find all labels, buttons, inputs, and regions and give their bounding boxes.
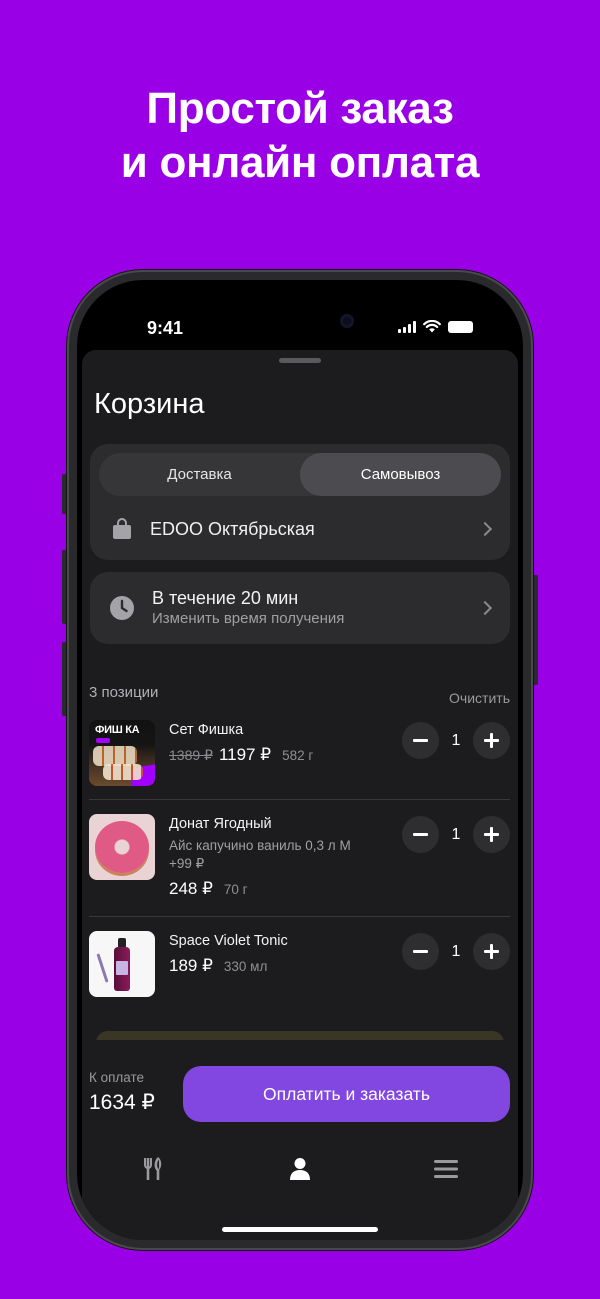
item-name[interactable]: Донат Ягодный <box>169 814 351 834</box>
phone-frame: 9:41 Корзина Доставка Самовывоз EDOO Окт… <box>67 270 533 1250</box>
pickup-time-subtitle: Изменить время получения <box>152 610 345 627</box>
increase-button[interactable] <box>473 816 510 853</box>
item-info: Донат Ягодный Айс капучино ваниль 0,3 л … <box>169 814 351 899</box>
cart-sheet: Корзина Доставка Самовывоз EDOO Октябрьс… <box>82 350 518 1240</box>
items-count: 3 позиции <box>89 684 159 701</box>
plus-icon-bar <box>490 733 493 748</box>
item-weight: 330 мл <box>223 959 268 974</box>
store-name: EDOO Октябрьская <box>150 518 315 539</box>
item-image-rolls <box>93 746 137 766</box>
status-time: 9:41 <box>147 318 184 338</box>
item-image-label: ФИШ КА <box>95 724 140 736</box>
item-name[interactable]: Сет Фишка <box>169 720 313 740</box>
item-image-rolls-2 <box>103 764 143 780</box>
chevron-right-icon <box>477 521 493 537</box>
tab-menu[interactable] <box>124 1144 184 1194</box>
lavender-sprig <box>96 953 109 983</box>
item-price: 189 ₽ <box>169 956 213 975</box>
item-weight: 582 г <box>282 748 314 763</box>
tab-pickup[interactable]: Самовывоз <box>300 453 501 496</box>
delivery-card: Доставка Самовывоз EDOO Октябрьская <box>90 444 510 560</box>
item-price: 1197 ₽ <box>218 745 272 764</box>
item-price: 248 ₽ <box>169 879 213 898</box>
item-image-set[interactable]: ФИШ КА <box>89 720 155 786</box>
sheet-grabber[interactable] <box>279 358 321 363</box>
status-icons <box>398 320 473 333</box>
pickup-time-title: В течение 20 мин <box>152 588 299 608</box>
promo-headline-line1: Простой заказ <box>146 84 454 133</box>
decrease-button[interactable] <box>402 722 439 759</box>
clock-icon <box>110 596 134 620</box>
item-name[interactable]: Space Violet Tonic <box>169 931 288 951</box>
quantity-stepper: 1 <box>402 722 510 759</box>
decrease-button[interactable] <box>402 816 439 853</box>
store-selector[interactable]: EDOO Октябрьская <box>90 506 510 552</box>
pickup-time-selector[interactable]: В течение 20 мин Изменить время получени… <box>90 572 510 644</box>
clear-cart-button[interactable]: Очистить <box>449 690 510 706</box>
more-icon <box>434 1160 458 1178</box>
item-quantity: 1 <box>451 942 461 960</box>
tab-bar <box>82 1144 518 1194</box>
tab-delivery[interactable]: Доставка <box>99 453 300 496</box>
item-image-badge <box>96 738 110 743</box>
item-weight: 70 г <box>223 882 248 897</box>
item-image-tonic[interactable] <box>89 931 155 997</box>
cart-item: Space Violet Tonic 189 ₽ 330 мл 1 <box>89 931 510 1001</box>
item-modifier: Айс капучино ваниль 0,3 л М <box>169 838 351 853</box>
increase-button[interactable] <box>473 933 510 970</box>
delivery-mode-switch: Доставка Самовывоз <box>99 453 501 496</box>
phone-screen: 9:41 Корзина Доставка Самовывоз EDOO Окт… <box>77 280 523 1240</box>
quantity-stepper: 1 <box>402 933 510 970</box>
divider <box>89 799 510 800</box>
camera-icon <box>340 314 354 328</box>
menu-icon <box>144 1157 162 1180</box>
increase-button[interactable] <box>473 722 510 759</box>
bag-icon <box>113 518 131 539</box>
promo-headline: Простой заказ и онлайн оплата <box>0 82 600 190</box>
page-title: Корзина <box>94 388 205 420</box>
donut-shape <box>95 821 149 873</box>
item-info: Сет Фишка 1389 ₽ 1197 ₽ 582 г <box>169 720 313 765</box>
minus-icon <box>413 833 428 836</box>
plus-icon-bar <box>490 944 493 959</box>
item-quantity: 1 <box>451 825 461 843</box>
decrease-button[interactable] <box>402 933 439 970</box>
item-image-donut[interactable] <box>89 814 155 880</box>
tab-profile[interactable] <box>270 1144 330 1194</box>
tab-more[interactable] <box>416 1144 476 1194</box>
divider <box>89 916 510 917</box>
item-modifier-price: +99 ₽ <box>169 856 205 871</box>
cart-item: ФИШ КА Сет Фишка 1389 ₽ 1197 ₽ 582 г 1 <box>89 720 510 790</box>
item-info: Space Violet Tonic 189 ₽ 330 мл <box>169 931 288 976</box>
promo-headline-line2: и онлайн оплата <box>120 138 480 187</box>
home-indicator[interactable] <box>222 1227 378 1232</box>
quantity-stepper: 1 <box>402 816 510 853</box>
minus-icon <box>413 739 428 742</box>
total-label: К оплате <box>89 1070 145 1085</box>
signal-icon <box>398 320 416 333</box>
chevron-right-icon <box>477 600 493 616</box>
dynamic-island <box>232 301 368 341</box>
bottle-label <box>116 961 128 975</box>
total-amount: 1634 ₽ <box>89 1091 155 1114</box>
cart-item: Донат Ягодный Айс капучино ваниль 0,3 л … <box>89 814 510 914</box>
plus-icon-bar <box>490 827 493 842</box>
checkout-bar: К оплате 1634 ₽ Оплатить и заказать <box>82 1040 518 1240</box>
pay-and-order-button[interactable]: Оплатить и заказать <box>183 1066 510 1122</box>
pickup-time-card: В течение 20 мин Изменить время получени… <box>90 572 510 644</box>
profile-icon <box>290 1158 310 1180</box>
item-old-price: 1389 ₽ <box>169 747 213 763</box>
minus-icon <box>413 950 428 953</box>
battery-icon <box>448 320 473 333</box>
wifi-icon <box>423 320 441 333</box>
item-quantity: 1 <box>451 731 461 749</box>
